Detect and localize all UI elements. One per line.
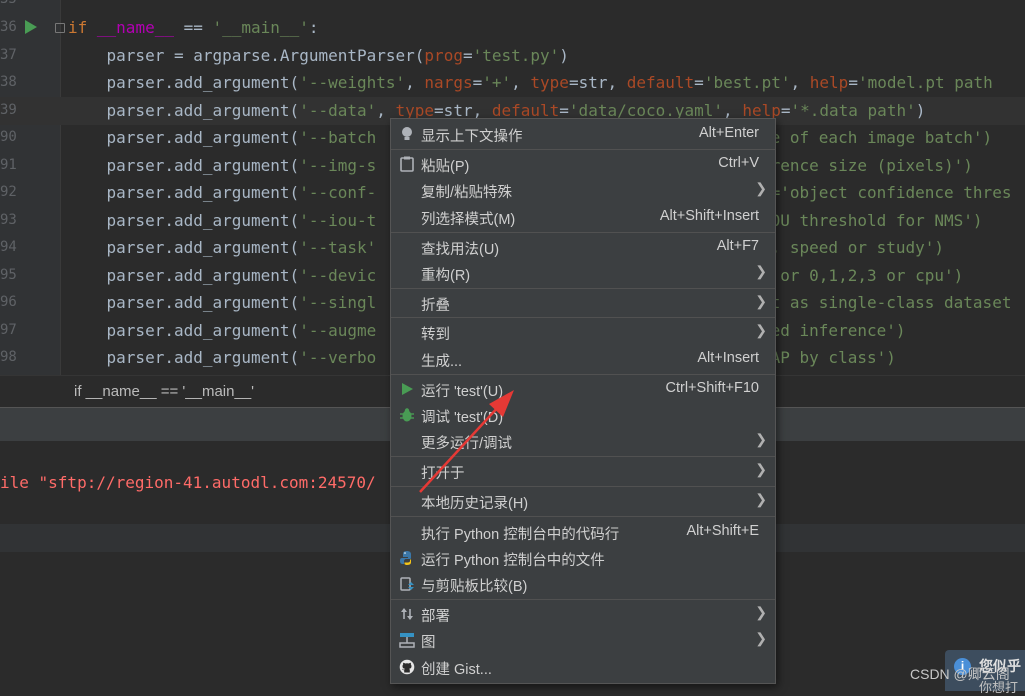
menu-item-execute-line-in-console[interactable]: 执行 Python 控制台中的代码行 Alt+Shift+E	[391, 519, 775, 545]
deployment-arrows-icon	[399, 606, 415, 622]
clipboard-icon	[399, 156, 415, 172]
argument-help-fragment: ze of each image batch')	[761, 128, 993, 147]
menu-item-deployment[interactable]: 部署 ❯	[391, 601, 775, 627]
line-number: 96	[0, 294, 17, 310]
line-number: 93	[0, 212, 17, 228]
line-number: 39	[0, 102, 17, 118]
line-number: 94	[0, 239, 17, 255]
argument-name: '--batch	[299, 128, 377, 147]
github-icon	[399, 659, 415, 675]
diagram-icon	[399, 632, 415, 648]
run-play-icon	[399, 381, 415, 397]
menu-separator	[391, 317, 775, 318]
line-number: 98	[0, 349, 17, 365]
submenu-arrow-icon: ❯	[755, 491, 767, 507]
menu-item-goto[interactable]: 转到 ❯	[391, 319, 775, 345]
menu-separator	[391, 516, 775, 517]
argument-name: '--singl	[299, 293, 377, 312]
menu-item-create-gist[interactable]: 创建 Gist...	[391, 654, 775, 680]
menu-item-open-in[interactable]: 打开于 ❯	[391, 458, 775, 484]
menu-separator	[391, 599, 775, 600]
menu-separator	[391, 456, 775, 457]
watermark: CSDN @卿云阁	[910, 666, 1010, 682]
menu-item-run-test[interactable]: 运行 'test'(U) Ctrl+Shift+F10	[391, 376, 775, 402]
argument-name: '--devic	[299, 266, 377, 285]
menu-item-refactor[interactable]: 重构(R) ❯	[391, 260, 775, 286]
argument-help-fragment: mAP by class')	[761, 348, 896, 367]
code-line-main-guard[interactable]: 36 if __name__ == '__main__':	[0, 14, 1025, 42]
line-number: 91	[0, 157, 17, 173]
menu-item-find-usages[interactable]: 查找用法(U) Alt+F7	[391, 234, 775, 260]
argument-help-fragment: erence size (pixels)')	[761, 156, 973, 175]
console-error-text: ile "sftp://region-41.autodl.com:24570/	[0, 473, 376, 492]
argument-name: '--task'	[299, 238, 377, 257]
code-line[interactable]: 38 parser.add_argument('--weights', narg…	[0, 69, 1025, 97]
code-line[interactable]: 37 parser = argparse.ArgumentParser(prog…	[0, 42, 1025, 70]
menu-separator	[391, 149, 775, 150]
menu-item-folding[interactable]: 折叠 ❯	[391, 290, 775, 316]
line-number: 92	[0, 184, 17, 200]
fold-marker-icon[interactable]	[55, 23, 65, 33]
argument-help-fragment: ted inference')	[761, 321, 906, 340]
menu-item-debug-test[interactable]: 调试 'test'(D)	[391, 402, 775, 428]
line-number: 90	[0, 129, 17, 145]
menu-item-show-context-actions[interactable]: 显示上下文操作 Alt+Enter	[391, 121, 775, 147]
menu-item-more-run-debug[interactable]: 更多运行/调试 ❯	[391, 428, 775, 454]
argument-name: '--augme	[299, 321, 377, 340]
argument-name: '--iou-t	[299, 211, 377, 230]
breadcrumb[interactable]: if __name__ == '__main__'	[74, 383, 254, 400]
argument-name: '--img-s	[299, 156, 377, 175]
argument-name: '--verbo	[299, 348, 377, 367]
submenu-arrow-icon: ❯	[755, 180, 767, 196]
line-number: 35	[0, 0, 17, 14]
menu-item-compare-with-clipboard[interactable]: 与剪贴板比较(B)	[391, 571, 775, 597]
menu-item-local-history[interactable]: 本地历史记录(H) ❯	[391, 488, 775, 514]
lightbulb-icon	[399, 126, 415, 142]
argument-help-fragment: 0 or 0,1,2,3 or cpu')	[761, 266, 964, 285]
submenu-arrow-icon: ❯	[755, 263, 767, 279]
python-icon	[399, 550, 415, 566]
menu-separator	[391, 374, 775, 375]
menu-item-column-selection-mode[interactable]: 列选择模式(M) Alt+Shift+Insert	[391, 204, 775, 230]
submenu-arrow-icon: ❯	[755, 461, 767, 477]
menu-item-generate[interactable]: 生成... Alt+Insert	[391, 346, 775, 372]
line-number: 36	[0, 19, 17, 35]
line-number: 97	[0, 322, 17, 338]
menu-item-run-file-in-console[interactable]: 运行 Python 控制台中的文件	[391, 545, 775, 571]
argument-name: '--conf-	[299, 183, 377, 202]
context-menu: 显示上下文操作 Alt+Enter 粘贴(P) Ctrl+V 复制/粘贴特殊 ❯…	[390, 118, 776, 684]
submenu-arrow-icon: ❯	[755, 293, 767, 309]
submenu-arrow-icon: ❯	[755, 604, 767, 620]
argument-help-fragment: t, speed or study')	[761, 238, 945, 257]
menu-item-diagrams[interactable]: 图 ❯	[391, 627, 775, 653]
run-gutter-icon[interactable]	[25, 20, 37, 34]
menu-separator	[391, 232, 775, 233]
argument-help-fragment: at as single-class dataset	[761, 293, 1012, 312]
menu-separator	[391, 486, 775, 487]
menu-item-paste[interactable]: 粘贴(P) Ctrl+V	[391, 151, 775, 177]
debug-bug-icon	[399, 407, 415, 423]
menu-item-copy-paste-special[interactable]: 复制/粘贴特殊 ❯	[391, 177, 775, 203]
argument-help-fragment: IOU threshold for NMS')	[761, 211, 983, 230]
code-line[interactable]: 35	[0, 0, 1025, 14]
menu-separator	[391, 288, 775, 289]
submenu-arrow-icon: ❯	[755, 431, 767, 447]
argument-help-fragment: p='object confidence thres	[761, 183, 1012, 202]
line-number: 37	[0, 47, 17, 63]
line-number: 95	[0, 267, 17, 283]
submenu-arrow-icon: ❯	[755, 630, 767, 646]
submenu-arrow-icon: ❯	[755, 322, 767, 338]
compare-clipboard-icon	[399, 576, 415, 592]
line-number: 38	[0, 74, 17, 90]
